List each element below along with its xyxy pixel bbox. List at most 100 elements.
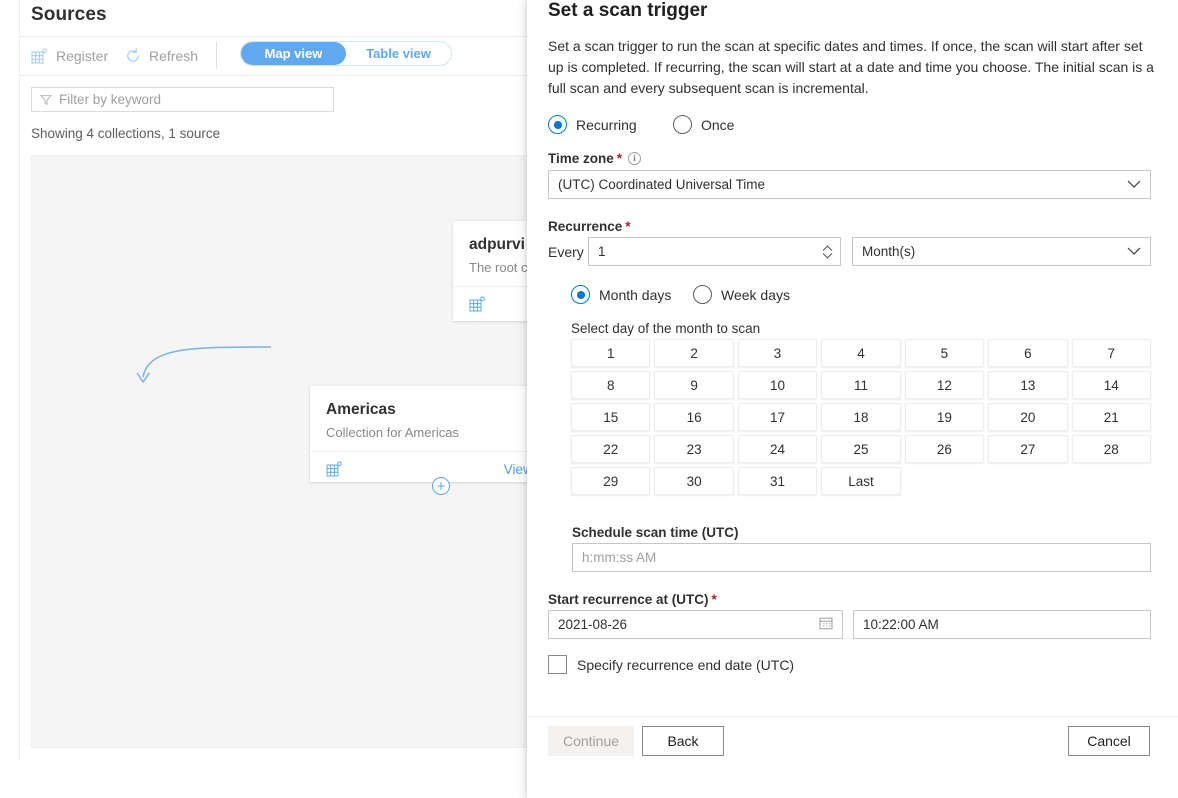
day-cell[interactable]: 19: [904, 403, 985, 431]
start-recurrence-time-value: 10:22:00 AM: [863, 617, 939, 632]
day-cell[interactable]: 5: [904, 339, 985, 367]
day-cell[interactable]: 14: [1071, 371, 1151, 399]
view-toggle[interactable]: Map view Table view: [240, 41, 452, 66]
recurrence-unit-select[interactable]: Month(s): [852, 237, 1151, 266]
day-cell[interactable]: 31: [737, 467, 818, 495]
collection-grid-icon[interactable]: [469, 296, 486, 313]
continue-button[interactable]: Continue: [548, 726, 634, 756]
command-separator: [216, 42, 217, 69]
trigger-mode-recurring[interactable]: Recurring: [548, 115, 637, 134]
panel-content: Set a scan trigger Set a scan trigger to…: [527, 0, 1178, 716]
day-cell[interactable]: 1: [571, 339, 651, 367]
recurrence-interval-input[interactable]: 1: [588, 237, 841, 266]
day-cell[interactable]: 26: [904, 435, 985, 463]
time-zone-select[interactable]: (UTC) Coordinated Universal Time: [548, 170, 1151, 199]
plus-circle-icon[interactable]: +: [432, 477, 450, 495]
start-recurrence-date-value: 2021-08-26: [558, 617, 628, 632]
radio-month-days-label: Month days: [599, 286, 672, 303]
chevron-up-icon: [822, 244, 832, 251]
info-circle-icon[interactable]: i: [628, 152, 642, 165]
refresh-button[interactable]: Refresh: [125, 41, 198, 71]
status-text: Showing 4 collections, 1 source: [31, 126, 221, 141]
panel-description: Set a scan trigger to run the scan at sp…: [548, 38, 1154, 96]
schedule-scan-time-input[interactable]: h:mm:ss AM: [572, 543, 1151, 572]
day-cell[interactable]: 2: [654, 339, 734, 367]
back-button[interactable]: Back: [642, 726, 724, 756]
day-cell[interactable]: 7: [1071, 339, 1151, 367]
calendar-icon[interactable]: [819, 616, 833, 633]
tab-map-view[interactable]: Map view: [241, 42, 346, 65]
recurrence-unit-value: Month(s): [862, 244, 916, 259]
cancel-button[interactable]: Cancel: [1068, 726, 1150, 756]
day-cell[interactable]: 10: [737, 371, 818, 399]
day-cell[interactable]: Last: [821, 467, 901, 495]
day-mode-week-days[interactable]: Week days: [693, 285, 790, 304]
register-grid-icon: [31, 48, 48, 65]
register-label: Register: [56, 48, 109, 64]
day-cell[interactable]: 8: [571, 371, 651, 399]
required-asterisk: *: [625, 219, 631, 234]
filter-input[interactable]: Filter by keyword: [31, 87, 334, 112]
day-cell[interactable]: 22: [571, 435, 651, 463]
schedule-scan-time-placeholder: h:mm:ss AM: [582, 550, 657, 565]
tab-table-view[interactable]: Table view: [346, 42, 451, 65]
radio-once[interactable]: [673, 115, 692, 134]
filter-funnel-icon: [40, 94, 52, 106]
day-cell[interactable]: 21: [1071, 403, 1151, 431]
day-cell[interactable]: 28: [1071, 435, 1151, 463]
start-recurrence-label: Start recurrence at (UTC) *: [548, 592, 717, 607]
day-cell[interactable]: 24: [737, 435, 818, 463]
recurrence-interval-value: 1: [598, 244, 606, 259]
radio-once-label: Once: [701, 116, 735, 133]
end-date-checkbox[interactable]: [548, 655, 567, 674]
day-picker-heading: Select day of the month to scan: [571, 321, 761, 336]
collection-grid-icon[interactable]: [326, 461, 343, 478]
recurrence-label-text: Recurrence: [548, 219, 623, 234]
month-day-grid[interactable]: 1 2 3 4 5 6 7 8 9 10 11 12 13 14 15 16 17 18 19 20 21 22 23 24 2…: [571, 339, 1151, 495]
radio-week-days-label: Week days: [721, 286, 790, 303]
collection-card-americas[interactable]: Americas Collection for Americas View d: [310, 386, 560, 482]
panel-title: Set a scan trigger: [548, 0, 708, 21]
chevron-down-icon: [1127, 245, 1141, 259]
day-cell[interactable]: 11: [821, 371, 901, 399]
start-recurrence-date-input[interactable]: 2021-08-26: [548, 610, 843, 639]
chevron-down-icon: [822, 252, 832, 259]
time-zone-value: (UTC) Coordinated Universal Time: [558, 177, 766, 192]
day-cell[interactable]: 16: [654, 403, 734, 431]
start-recurrence-label-text: Start recurrence at (UTC): [548, 592, 709, 607]
scan-trigger-panel: Set a scan trigger Set a scan trigger to…: [527, 0, 1178, 798]
day-cell[interactable]: 15: [571, 403, 651, 431]
number-stepper[interactable]: [816, 240, 838, 263]
end-date-checkbox-row[interactable]: Specify recurrence end date (UTC): [548, 655, 794, 674]
day-cell[interactable]: 18: [821, 403, 901, 431]
page-title: Sources: [31, 4, 107, 25]
day-cell[interactable]: 17: [737, 403, 818, 431]
register-button[interactable]: Register: [31, 41, 108, 71]
day-cell[interactable]: 20: [988, 403, 1068, 431]
day-cell[interactable]: 30: [654, 467, 734, 495]
day-cell[interactable]: 29: [571, 467, 651, 495]
day-cell[interactable]: 25: [821, 435, 901, 463]
radio-recurring[interactable]: [548, 115, 567, 134]
card-body: Americas Collection for Americas: [310, 386, 560, 451]
day-cell[interactable]: 4: [821, 339, 901, 367]
day-cell[interactable]: 3: [737, 339, 818, 367]
refresh-label: Refresh: [149, 48, 199, 64]
required-asterisk: *: [711, 592, 717, 607]
day-cell[interactable]: 6: [988, 339, 1068, 367]
day-cell[interactable]: 23: [654, 435, 734, 463]
day-mode-month-days[interactable]: Month days: [571, 285, 671, 304]
day-cell[interactable]: 27: [988, 435, 1068, 463]
left-rail-divider: [19, 0, 20, 760]
footer-divider: [527, 716, 1178, 717]
required-asterisk: *: [616, 151, 623, 166]
trigger-mode-once[interactable]: Once: [673, 115, 734, 134]
day-cell[interactable]: 12: [904, 371, 985, 399]
day-cell[interactable]: 13: [988, 371, 1068, 399]
radio-month-days[interactable]: [571, 285, 590, 304]
day-cell[interactable]: 9: [654, 371, 734, 399]
card-subtitle: Collection for Americas: [326, 425, 459, 440]
radio-week-days[interactable]: [693, 285, 712, 304]
card-title: Americas: [326, 401, 396, 418]
start-recurrence-time-input[interactable]: 10:22:00 AM: [853, 610, 1151, 639]
